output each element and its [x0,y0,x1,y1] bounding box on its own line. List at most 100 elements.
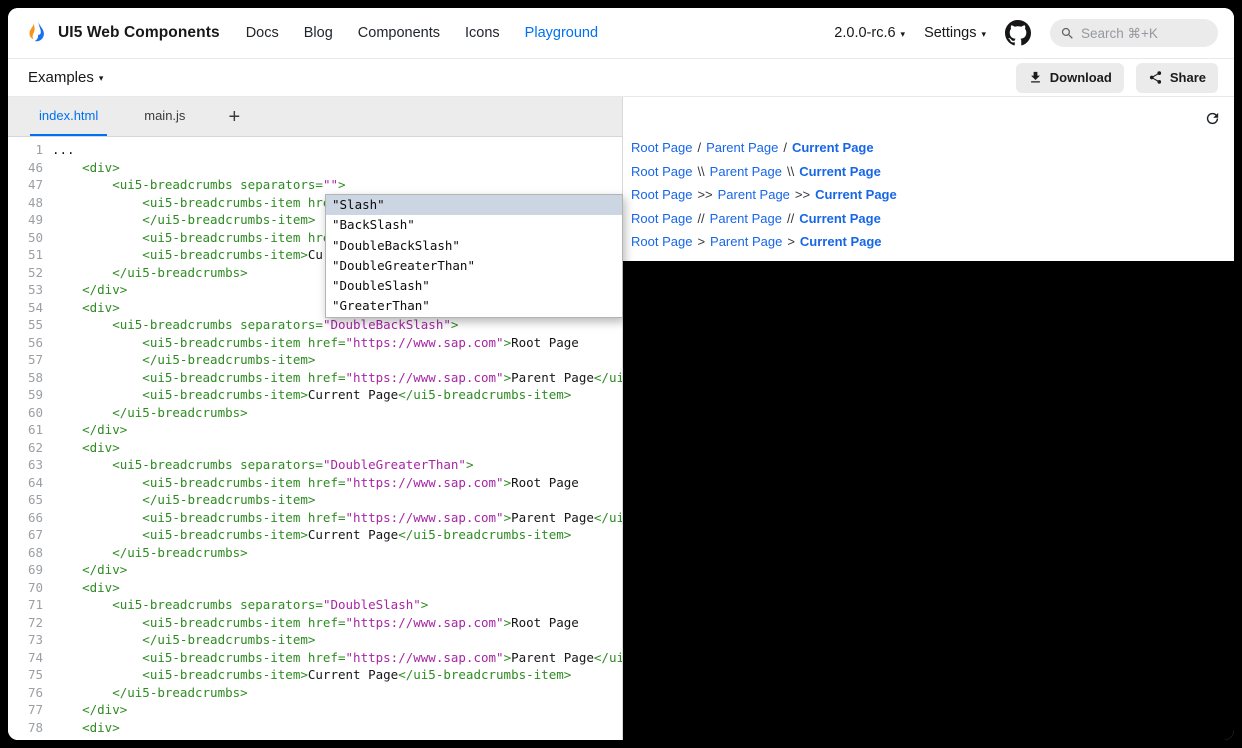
toolbar-actions: Download Share [1016,63,1218,93]
code-line-74[interactable]: 74 <ui5-breadcrumbs-item href="https://w… [8,649,622,667]
breadcrumb-separator: >> [697,187,712,202]
line-number: 70 [8,579,52,597]
refresh-button[interactable] [1202,108,1223,129]
line-number: 53 [8,281,52,299]
breadcrumb-row: Root Page//Parent Page//Current Page [631,211,1222,228]
examples-dropdown[interactable]: Examples ▾ [28,69,103,86]
code-text: </div> [52,561,127,579]
breadcrumb-link[interactable]: Parent Page [710,211,782,226]
code-line-70[interactable]: 70 <div> [8,579,622,597]
chevron-down-icon: ▾ [901,29,906,40]
nav-links: Docs Blog Components Icons Playground [246,25,598,41]
nav-link-icons[interactable]: Icons [465,25,500,41]
download-icon [1028,70,1043,85]
breadcrumb-link[interactable]: Root Page [631,140,692,155]
version-dropdown[interactable]: 2.0.0-rc.6 ▾ [834,25,905,41]
breadcrumb-link[interactable]: Root Page [631,187,692,202]
code-line-47[interactable]: 47 <ui5-breadcrumbs separators=""> [8,176,622,194]
code-line-63[interactable]: 63 <ui5-breadcrumbs separators="DoubleGr… [8,456,622,474]
code-line-69[interactable]: 69 </div> [8,561,622,579]
nav-link-docs[interactable]: Docs [246,25,279,41]
breadcrumb-link[interactable]: Parent Page [710,164,782,179]
share-button[interactable]: Share [1136,63,1218,93]
autocomplete-item-slash[interactable]: "Slash" [326,195,622,215]
code-text: </div> [52,421,127,439]
breadcrumb-row: Root Page>Parent Page>Current Page [631,234,1222,251]
autocomplete-item-doublebackslash[interactable]: "DoubleBackSlash" [326,236,622,256]
code-text: </ui5-breadcrumbs-item> [52,631,315,649]
breadcrumb-separator: \\ [787,164,794,179]
tab-list: index.html main.js [30,97,222,136]
code-line-57[interactable]: 57 </ui5-breadcrumbs-item> [8,351,622,369]
code-line-67[interactable]: 67 <ui5-breadcrumbs-item>Current Page</u… [8,526,622,544]
line-number: 50 [8,229,52,247]
breadcrumb-link[interactable]: Parent Page [706,140,778,155]
line-number: 71 [8,596,52,614]
code-line-1[interactable]: 1... [8,141,622,159]
code-line-62[interactable]: 62 <div> [8,439,622,457]
breadcrumb-link[interactable]: Root Page [631,164,692,179]
download-button[interactable]: Download [1016,63,1124,93]
download-label: Download [1050,70,1112,85]
code-line-58[interactable]: 58 <ui5-breadcrumbs-item href="https://w… [8,369,622,387]
breadcrumb-link[interactable]: Parent Page [710,234,782,249]
breadcrumb-current: Current Page [800,234,882,249]
code-line-65[interactable]: 65 </ui5-breadcrumbs-item> [8,491,622,509]
code-line-68[interactable]: 68 </ui5-breadcrumbs> [8,544,622,562]
share-icon [1148,70,1163,85]
nav-link-components[interactable]: Components [358,25,440,41]
nav-link-blog[interactable]: Blog [304,25,333,41]
code-line-77[interactable]: 77 </div> [8,701,622,719]
autocomplete-item-backslash[interactable]: "BackSlash" [326,215,622,235]
tab-main-js[interactable]: main.js [135,97,194,136]
code-text: <ui5-breadcrumbs separators=""> [52,176,346,194]
line-number: 51 [8,246,52,264]
breadcrumb-current: Current Page [799,164,881,179]
code-line-71[interactable]: 71 <ui5-breadcrumbs separators="DoubleSl… [8,596,622,614]
code-text: </ui5-breadcrumbs> [52,404,248,422]
autocomplete-item-doubleslash[interactable]: "DoubleSlash" [326,276,622,296]
code-line-56[interactable]: 56 <ui5-breadcrumbs-item href="https://w… [8,334,622,352]
code-line-46[interactable]: 46 <div> [8,159,622,177]
code-line-64[interactable]: 64 <ui5-breadcrumbs-item href="https://w… [8,474,622,492]
code-line-78[interactable]: 78 <div> [8,719,622,737]
code-line-75[interactable]: 75 <ui5-breadcrumbs-item>Current Page</u… [8,666,622,684]
line-number: 72 [8,614,52,632]
autocomplete-item-greaterthan[interactable]: "GreaterThan" [326,296,622,316]
nav-link-playground[interactable]: Playground [525,25,598,41]
line-number: 1 [8,141,52,159]
search-box[interactable] [1050,19,1218,47]
code-line-73[interactable]: 73 </ui5-breadcrumbs-item> [8,631,622,649]
breadcrumb-link[interactable]: Root Page [631,234,692,249]
breadcrumb-row: Root Page>>Parent Page>>Current Page [631,187,1222,204]
breadcrumb-separator: // [697,211,704,226]
line-number: 64 [8,474,52,492]
code-text: <div> [52,719,120,737]
line-number: 75 [8,666,52,684]
code-line-72[interactable]: 72 <ui5-breadcrumbs-item href="https://w… [8,614,622,632]
code-text: <ui5-breadcrumbs separators="DoubleGreat… [52,456,473,474]
code-text: <ui5-breadcrumbs-item href="https://www.… [52,334,579,352]
breadcrumb-link[interactable]: Root Page [631,211,692,226]
search-input[interactable] [1081,26,1208,41]
line-number: 73 [8,631,52,649]
code-text: <ui5-breadcrumbs separators="DoubleBackS… [52,316,458,334]
code-line-66[interactable]: 66 <ui5-breadcrumbs-item href="https://w… [8,509,622,527]
brand[interactable]: UI5 Web Components [24,21,220,46]
app-window: UI5 Web Components Docs Blog Components Ico… [8,8,1234,740]
tab-index-html[interactable]: index.html [30,97,107,136]
breadcrumb-link[interactable]: Parent Page [718,187,790,202]
add-tab-button[interactable]: + [222,107,246,127]
line-number: 63 [8,456,52,474]
settings-dropdown[interactable]: Settings ▾ [924,25,986,41]
code-line-59[interactable]: 59 <ui5-breadcrumbs-item>Current Page</u… [8,386,622,404]
code-line-60[interactable]: 60 </ui5-breadcrumbs> [8,404,622,422]
version-label: 2.0.0-rc.6 [834,25,895,41]
code-line-61[interactable]: 61 </div> [8,421,622,439]
code-line-55[interactable]: 55 <ui5-breadcrumbs separators="DoubleBa… [8,316,622,334]
code-text: </ui5-breadcrumbs> [52,544,248,562]
autocomplete-item-doublegreaterthan[interactable]: "DoubleGreaterThan" [326,256,622,276]
line-number: 49 [8,211,52,229]
github-link[interactable] [1005,20,1031,46]
code-line-76[interactable]: 76 </ui5-breadcrumbs> [8,684,622,702]
